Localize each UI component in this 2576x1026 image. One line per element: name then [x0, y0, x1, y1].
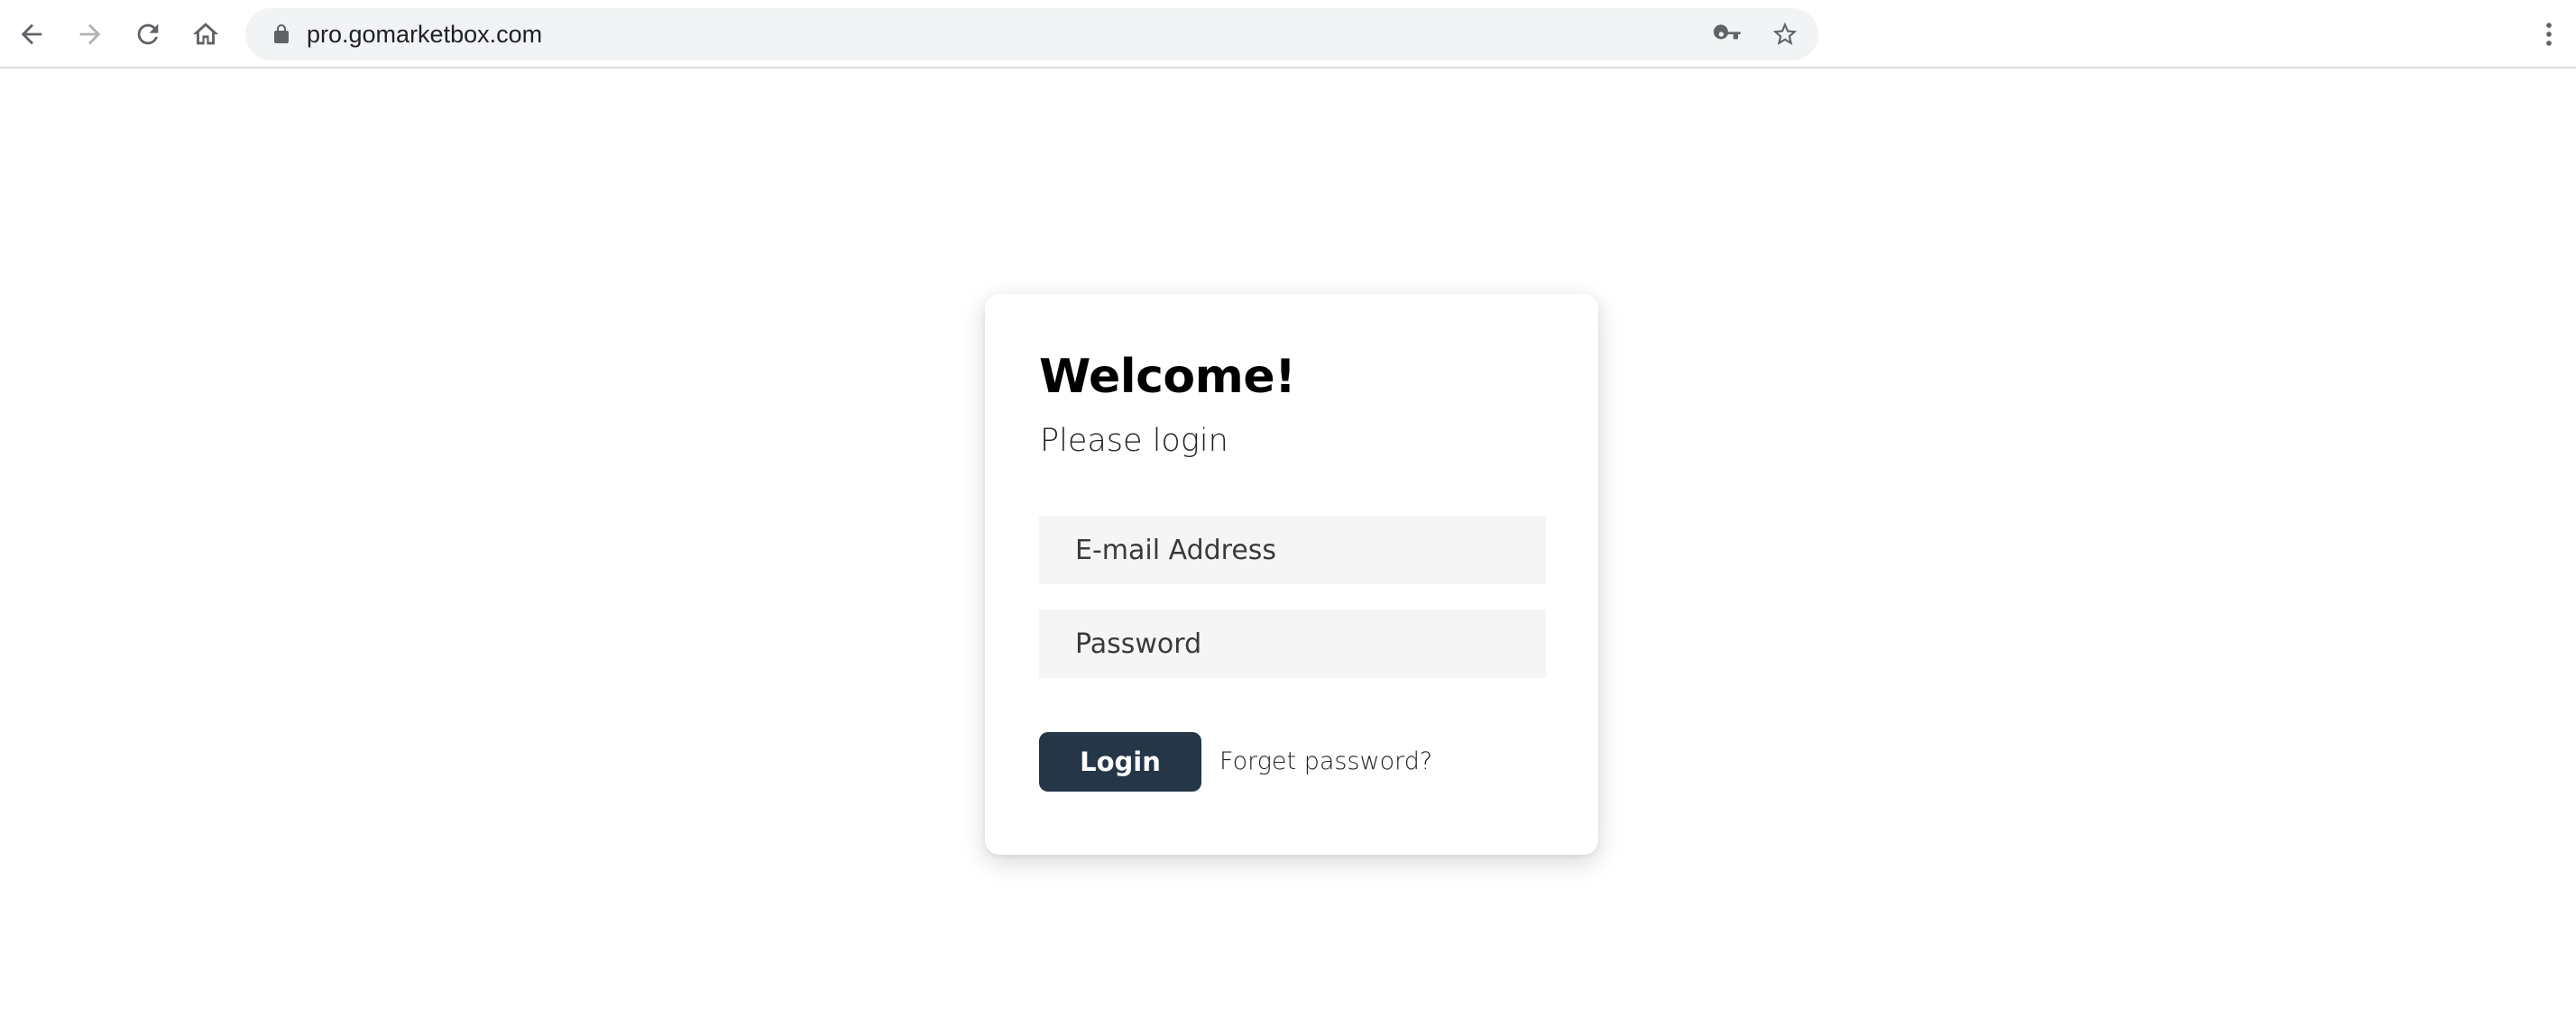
back-button[interactable]: [10, 13, 53, 56]
kebab-menu-icon: [2546, 23, 2552, 46]
password-field[interactable]: [1039, 609, 1546, 678]
forgot-password-link[interactable]: Forget password?: [1219, 747, 1432, 777]
reload-icon: [137, 23, 159, 45]
lock-icon[interactable]: [271, 23, 292, 45]
browser-toolbar: pro.gomarketbox.com: [0, 0, 2576, 69]
arrow-left-icon: [21, 23, 42, 45]
login-button[interactable]: Login: [1039, 732, 1201, 792]
key-icon: [1713, 24, 1741, 40]
forward-button[interactable]: [69, 13, 112, 56]
url-text[interactable]: pro.gomarketbox.com: [307, 8, 542, 60]
email-field[interactable]: [1039, 516, 1546, 584]
star-icon: [1772, 22, 1798, 45]
page-title: Welcome!: [1039, 350, 1296, 404]
home-button[interactable]: [184, 13, 227, 56]
browser-menu-button[interactable]: [2531, 13, 2567, 56]
home-icon: [192, 23, 219, 45]
address-bar[interactable]: pro.gomarketbox.com: [245, 8, 1818, 60]
reload-button[interactable]: [126, 13, 170, 56]
arrow-right-icon: [79, 23, 101, 45]
bookmark-button[interactable]: [1770, 19, 1800, 50]
login-card: Welcome! Please login Login Forget passw…: [985, 294, 1598, 855]
password-key-button[interactable]: [1712, 19, 1743, 50]
login-subtitle: Please login: [1040, 423, 1228, 459]
